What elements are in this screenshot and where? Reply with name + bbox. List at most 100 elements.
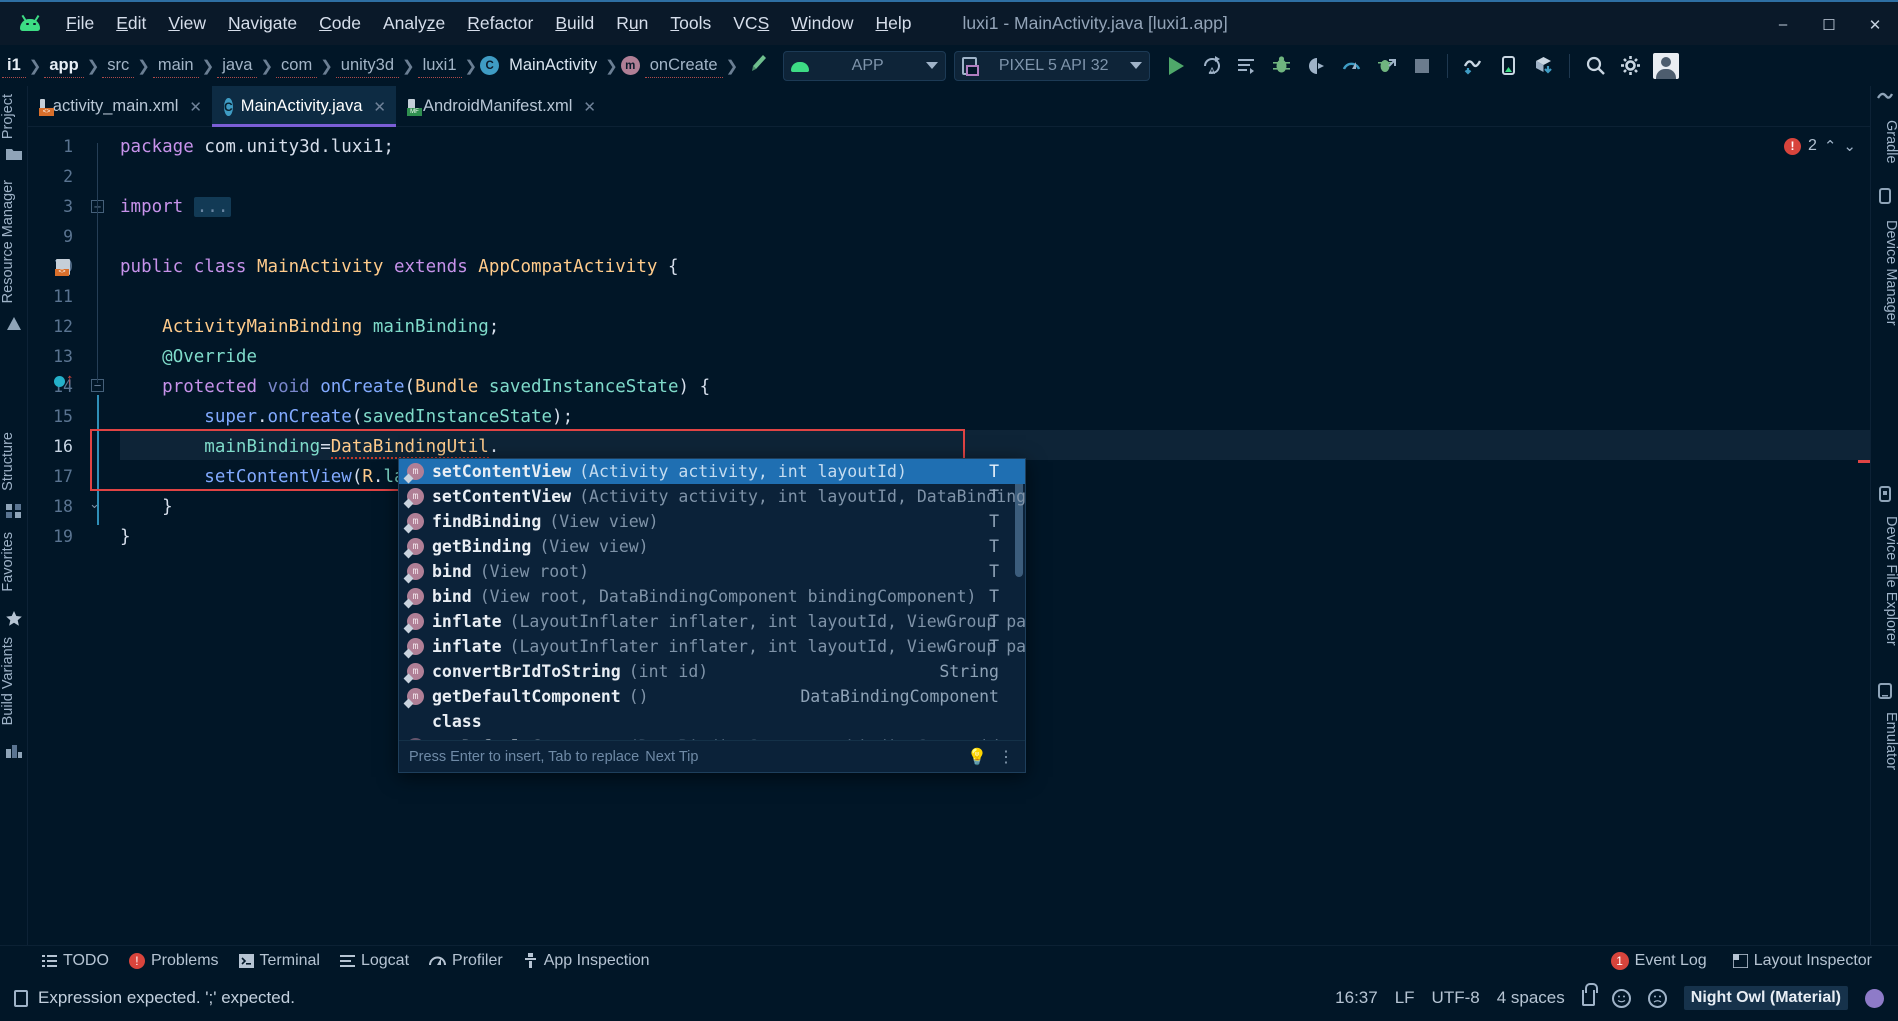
run-button[interactable] [1160,49,1193,82]
sidebar-item-favorites[interactable]: Favorites [0,526,28,598]
maximize-button[interactable]: ☐ [1806,2,1852,47]
sad-face-icon[interactable] [1647,988,1667,1008]
happy-face-icon[interactable] [1611,988,1631,1008]
menu-navigate[interactable]: Navigate [217,9,308,38]
menu-window[interactable]: Window [780,9,864,38]
next-error-icon[interactable]: ⌄ [1843,137,1856,155]
menu-view[interactable]: View [157,9,217,38]
sidebar-item-build-variants[interactable]: Build Variants [0,631,28,731]
next-tip-link[interactable]: Next Tip [645,749,698,765]
avatar[interactable] [1649,49,1682,82]
completion-item[interactable]: m convertBrIdToString (int id) String [399,659,1025,684]
menu-vcs[interactable]: VCS [722,9,780,38]
sdk-manager-button[interactable] [1527,49,1560,82]
lightbulb-icon[interactable]: 💡 [967,747,987,767]
tool-window-logcat[interactable]: Logcat [330,949,419,973]
code-completion-popup[interactable]: m setContentView (Activity activity, int… [398,458,1026,773]
avd-manager-button[interactable] [1492,49,1525,82]
tool-window-app-inspection[interactable]: App Inspection [513,949,660,973]
completion-item[interactable]: class [399,709,1025,734]
purple-dot-icon[interactable] [1865,988,1884,1008]
completion-item[interactable]: m inflate (LayoutInflater inflater, int … [399,609,1025,634]
menu-help[interactable]: Help [865,9,923,38]
sidebar-item-gradle[interactable]: Gradle [1871,114,1898,170]
tab-mainactivity-java[interactable]: C MainActivity.java ✕ [212,86,396,127]
emulator-icon[interactable] [1875,681,1895,701]
breadcrumb-item-luxi1[interactable]: luxi1 [417,54,462,78]
sidebar-item-project[interactable]: Project [0,88,28,145]
completion-item[interactable]: m inflate (LayoutInflater inflater, int … [399,634,1025,659]
theme-indicator[interactable]: Night Owl (Material) [1683,986,1848,1010]
sidebar-item-structure[interactable]: Structure [0,426,28,497]
breadcrumb-item-oncreate[interactable]: onCreate [644,54,723,78]
gradle-icon[interactable] [1875,88,1895,108]
breadcrumb-item-com[interactable]: com [276,54,318,78]
file-encoding[interactable]: UTF-8 [1432,988,1480,1008]
error-stripe-marker[interactable] [1858,460,1870,463]
sidebar-item-device-manager[interactable]: Device Manager [1871,214,1898,332]
sidebar-item-device-file-explorer[interactable]: Device File Explorer [1871,510,1898,652]
menu-analyze[interactable]: Analyze [372,9,456,38]
layout-resource-icon[interactable] [55,259,70,276]
breadcrumb-item-main[interactable]: main [152,54,199,78]
sidebar-item-emulator[interactable]: Emulator [1871,706,1898,776]
completion-item[interactable]: m bind (View root, DataBindingComponent … [399,584,1025,609]
sidebar-item-resource-manager[interactable]: Resource Manager [0,174,28,309]
breadcrumb-item-project[interactable]: i1 [2,54,26,78]
apply-code-changes-button[interactable] [1230,49,1263,82]
run-configuration-selector[interactable]: APP [783,50,947,81]
menu-run[interactable]: Run [605,9,659,38]
previous-error-icon[interactable]: ⌃ [1824,137,1837,155]
editor-gutter[interactable]: 1 2 3 9 10 11 12 13 14 15 16 17 18 19 ↑ … [28,127,120,945]
lock-icon[interactable] [1581,983,1598,1006]
device-file-explorer-icon[interactable] [1875,484,1895,504]
tool-window-todo[interactable]: TODO [32,949,119,973]
build-variants-icon[interactable] [4,741,24,761]
completion-item[interactable]: m setContentView (Activity activity, int… [399,484,1025,509]
attach-debugger-button[interactable] [1300,49,1333,82]
override-arrow-icon[interactable]: ↑ [66,371,74,388]
breadcrumb-item-app[interactable]: app [44,54,84,78]
apply-changes-button[interactable]: A [1195,49,1228,82]
menu-file[interactable]: File [55,9,105,38]
hammer-icon[interactable] [741,52,775,80]
tool-window-layout-inspector[interactable]: Layout Inspector [1723,949,1882,973]
caret-position[interactable]: 16:37 [1335,988,1378,1008]
completion-item[interactable]: m getDefaultComponent () DataBindingComp… [399,684,1025,709]
menu-build[interactable]: Build [544,9,605,38]
profiler-button[interactable] [1335,49,1368,82]
tool-window-event-log[interactable]: 1 Event Log [1601,949,1717,973]
close-icon[interactable]: ✕ [583,98,596,116]
star-icon[interactable] [4,608,24,628]
completion-item[interactable]: m getBinding (View view) T [399,534,1025,559]
menu-edit[interactable]: Edit [105,9,157,38]
tab-androidmanifest-xml[interactable]: AndroidManifest.xml ✕ [396,86,606,127]
more-options-icon[interactable]: ⋮ [998,747,1015,767]
override-marker-icon[interactable] [54,376,65,387]
collapsed-imports[interactable]: ... [193,197,232,217]
menu-code[interactable]: Code [308,9,372,38]
close-icon[interactable]: ✕ [373,98,386,116]
close-button[interactable]: ✕ [1852,2,1898,47]
completion-item[interactable]: m findBinding (View view) T [399,509,1025,534]
tool-window-profiler[interactable]: Profiler [419,949,513,973]
run-with-coverage-button[interactable] [1370,49,1403,82]
debug-button[interactable] [1265,49,1298,82]
gear-icon[interactable] [1614,49,1647,82]
breadcrumb-item-java[interactable]: java [217,54,258,78]
project-folder-icon[interactable] [4,144,24,164]
menu-tools[interactable]: Tools [659,9,722,38]
tool-window-problems[interactable]: ! Problems [119,949,229,973]
completion-item[interactable]: m bind (View root) T [399,559,1025,584]
menu-refactor[interactable]: Refactor [456,9,544,38]
resource-icon[interactable] [4,314,24,334]
inspection-widget[interactable]: ! 2 ⌃ ⌄ [1783,137,1856,155]
search-everywhere-icon[interactable] [1579,49,1612,82]
indent-setting[interactable]: 4 spaces [1497,988,1565,1008]
tab-activity-main-xml[interactable]: activity_main.xml ✕ [28,86,212,127]
breadcrumb-item-src[interactable]: src [102,54,135,78]
structure-icon[interactable] [4,501,24,521]
minimize-button[interactable]: – [1760,2,1806,47]
stop-button[interactable] [1405,49,1438,82]
tool-window-terminal[interactable]: Terminal [229,949,330,973]
